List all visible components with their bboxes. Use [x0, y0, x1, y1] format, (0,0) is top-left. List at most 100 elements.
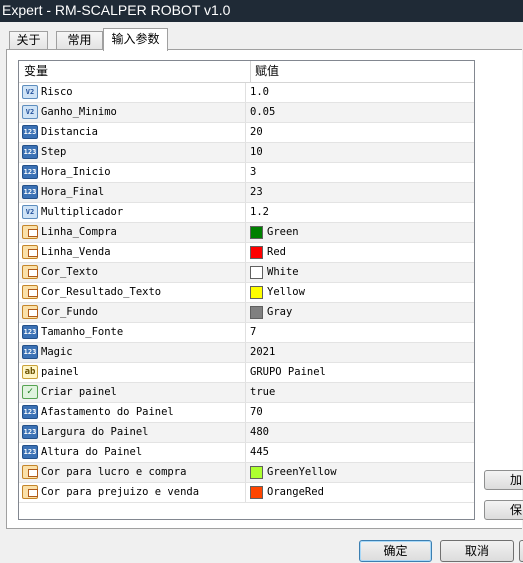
param-name-cell[interactable]: 123 Hora_Final: [19, 183, 246, 202]
param-value: 2021: [250, 346, 276, 358]
param-name-cell[interactable]: 123 Magic: [19, 343, 246, 362]
param-value-cell[interactable]: Yellow: [246, 283, 474, 302]
param-value-cell[interactable]: OrangeRed: [246, 483, 474, 502]
param-value-cell[interactable]: 70: [246, 403, 474, 422]
param-value-cell[interactable]: 480: [246, 423, 474, 442]
param-value-cell[interactable]: White: [246, 263, 474, 282]
table-row[interactable]: Cor_Texto White: [19, 263, 474, 283]
color-swatch: [250, 486, 263, 499]
param-name-cell[interactable]: Cor_Resultado_Texto: [19, 283, 246, 302]
ok-button[interactable]: 确定: [359, 540, 432, 562]
param-value-cell[interactable]: 1.2: [246, 203, 474, 222]
param-value-cell[interactable]: 0.05: [246, 103, 474, 122]
help-button[interactable]: [519, 540, 523, 562]
table-row[interactable]: Cor_Fundo Gray: [19, 303, 474, 323]
param-name-cell[interactable]: V2 Risco: [19, 83, 246, 102]
int-param-icon: 123: [22, 145, 38, 159]
param-value-cell[interactable]: GRUPO Painel: [246, 363, 474, 382]
bool-param-icon: ✓: [22, 385, 38, 399]
param-name-cell[interactable]: Cor_Fundo: [19, 303, 246, 322]
table-header: 变量 赋值: [19, 61, 474, 83]
param-value-cell[interactable]: Red: [246, 243, 474, 262]
param-value-cell[interactable]: Green: [246, 223, 474, 242]
param-name-cell[interactable]: ab painel: [19, 363, 246, 382]
param-name: painel: [41, 366, 79, 378]
param-value-cell[interactable]: 1.0: [246, 83, 474, 102]
color-param-icon: [22, 225, 38, 239]
param-value-cell[interactable]: 7: [246, 323, 474, 342]
table-row[interactable]: ab painel GRUPO Painel: [19, 363, 474, 383]
param-value-cell[interactable]: 3: [246, 163, 474, 182]
param-value: 3: [250, 166, 257, 178]
load-button[interactable]: 加: [484, 470, 523, 490]
table-row[interactable]: V2 Ganho_Minimo 0.05: [19, 103, 474, 123]
param-value: 0.05: [250, 106, 276, 118]
param-name: Linha_Compra: [41, 226, 117, 238]
param-name-cell[interactable]: 123 Tamanho_Fonte: [19, 323, 246, 342]
param-value: Yellow: [267, 286, 305, 298]
param-name-cell[interactable]: Cor para lucro e compra: [19, 463, 246, 482]
param-name-cell[interactable]: 123 Hora_Inicio: [19, 163, 246, 182]
table-row[interactable]: Cor_Resultado_Texto Yellow: [19, 283, 474, 303]
param-name: Cor_Texto: [41, 266, 98, 278]
param-value-cell[interactable]: Gray: [246, 303, 474, 322]
param-value-cell[interactable]: 10: [246, 143, 474, 162]
param-name-cell[interactable]: Cor para prejuizo e venda: [19, 483, 246, 502]
param-name-cell[interactable]: 123 Step: [19, 143, 246, 162]
param-value: 480: [250, 426, 269, 438]
table-row[interactable]: V2 Multiplicador 1.2: [19, 203, 474, 223]
table-row[interactable]: 123 Magic 2021: [19, 343, 474, 363]
param-value-cell[interactable]: true: [246, 383, 474, 402]
param-name-cell[interactable]: 123 Largura do Painel: [19, 423, 246, 442]
table-row[interactable]: 123 Distancia 20: [19, 123, 474, 143]
param-name-cell[interactable]: Linha_Venda: [19, 243, 246, 262]
table-row[interactable]: Cor para prejuizo e venda OrangeRed: [19, 483, 474, 503]
table-row[interactable]: ✓ Criar painel true: [19, 383, 474, 403]
cancel-button[interactable]: 取消: [440, 540, 514, 562]
tab-inputs[interactable]: 输入参数: [103, 28, 168, 51]
table-row[interactable]: 123 Hora_Inicio 3: [19, 163, 474, 183]
double-param-icon: V2: [22, 105, 38, 119]
param-name-cell[interactable]: Cor_Texto: [19, 263, 246, 282]
param-name-cell[interactable]: V2 Ganho_Minimo: [19, 103, 246, 122]
param-name-cell[interactable]: Linha_Compra: [19, 223, 246, 242]
tab-about[interactable]: 关于: [9, 31, 48, 50]
param-value-cell[interactable]: 445: [246, 443, 474, 462]
table-row[interactable]: 123 Tamanho_Fonte 7: [19, 323, 474, 343]
table-row[interactable]: 123 Hora_Final 23: [19, 183, 474, 203]
param-name-cell[interactable]: V2 Multiplicador: [19, 203, 246, 222]
table-row[interactable]: Cor para lucro e compra GreenYellow: [19, 463, 474, 483]
param-name-cell[interactable]: 123 Afastamento do Painel: [19, 403, 246, 422]
table-row[interactable]: Linha_Venda Red: [19, 243, 474, 263]
table-row[interactable]: 123 Afastamento do Painel 70: [19, 403, 474, 423]
param-name: Cor_Resultado_Texto: [41, 286, 162, 298]
param-value: 1.0: [250, 86, 269, 98]
tab-common[interactable]: 常用: [56, 31, 103, 50]
column-header-variable[interactable]: 变量: [24, 61, 48, 82]
param-name-cell[interactable]: 123 Distancia: [19, 123, 246, 142]
param-value-cell[interactable]: 2021: [246, 343, 474, 362]
param-value-cell[interactable]: GreenYellow: [246, 463, 474, 482]
param-value: GreenYellow: [267, 466, 337, 478]
param-value: 10: [250, 146, 263, 158]
double-param-icon: V2: [22, 205, 38, 219]
param-name: Afastamento do Painel: [41, 406, 174, 418]
table-row[interactable]: V2 Risco 1.0: [19, 83, 474, 103]
color-swatch: [250, 226, 263, 239]
param-value-cell[interactable]: 23: [246, 183, 474, 202]
table-row[interactable]: 123 Largura do Painel 480: [19, 423, 474, 443]
table-row[interactable]: Linha_Compra Green: [19, 223, 474, 243]
table-row[interactable]: 123 Altura do Painel 445: [19, 443, 474, 463]
param-value: Red: [267, 246, 286, 258]
param-name-cell[interactable]: 123 Altura do Painel: [19, 443, 246, 462]
save-button[interactable]: 保: [484, 500, 523, 520]
int-param-icon: 123: [22, 425, 38, 439]
param-name: Hora_Inicio: [41, 166, 111, 178]
column-header-value[interactable]: 赋值: [250, 61, 474, 82]
color-swatch: [250, 266, 263, 279]
table-row[interactable]: 123 Step 10: [19, 143, 474, 163]
param-value-cell[interactable]: 20: [246, 123, 474, 142]
param-value: Green: [267, 226, 299, 238]
param-name: Altura do Painel: [41, 446, 143, 458]
param-name-cell[interactable]: ✓ Criar painel: [19, 383, 246, 402]
